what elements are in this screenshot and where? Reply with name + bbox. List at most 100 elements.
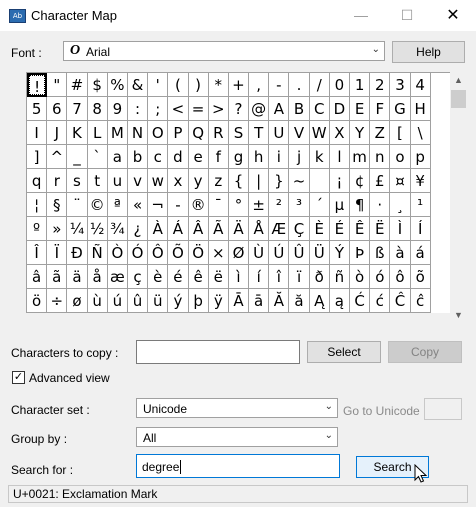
character-cell[interactable]: e [188, 145, 209, 169]
character-cell[interactable]: é [168, 265, 189, 289]
character-cell[interactable]: m [350, 145, 371, 169]
character-cell[interactable]: * [208, 73, 229, 97]
character-cell[interactable]: Ä [228, 217, 250, 241]
character-cell[interactable]: q [27, 169, 48, 193]
character-cell[interactable]: _ [67, 145, 88, 169]
character-cell[interactable]: Ć [350, 289, 371, 313]
character-cell[interactable]: X [329, 121, 350, 145]
character-cell[interactable]: Õ [168, 241, 189, 265]
character-cell[interactable]: ß [370, 241, 391, 265]
character-cell[interactable]: ă [289, 289, 310, 313]
character-cell[interactable]: w [148, 169, 169, 193]
character-cell[interactable]: Á [168, 217, 189, 241]
character-cell[interactable]: O [148, 121, 169, 145]
character-cell[interactable]: s [67, 169, 88, 193]
character-cell[interactable]: h [249, 145, 270, 169]
character-cell[interactable]: Ç [289, 217, 310, 241]
character-cell[interactable]: ´ [309, 193, 330, 217]
character-cell[interactable]: ¸ [390, 193, 411, 217]
character-cell[interactable]: 9 [107, 97, 128, 121]
character-cell[interactable]: - [168, 193, 189, 217]
character-cell[interactable]: $ [87, 73, 108, 97]
character-cell[interactable]: ö [27, 289, 48, 313]
search-input[interactable]: degree [136, 454, 340, 478]
character-cell[interactable]: i [269, 145, 290, 169]
character-cell[interactable]: ¾ [107, 217, 128, 241]
character-cell[interactable]: ± [249, 193, 270, 217]
character-cell[interactable]: á [410, 241, 431, 265]
character-cell[interactable]: & [127, 73, 149, 97]
maximize-button[interactable]: ☐ [384, 0, 430, 31]
character-cell[interactable]: a [107, 145, 128, 169]
character-cell[interactable]: 5 [27, 97, 48, 121]
character-cell[interactable]: 2 [370, 73, 391, 97]
character-cell[interactable]: ¢ [350, 169, 371, 193]
character-cell[interactable]: ¡ [329, 169, 350, 193]
character-cell[interactable]: ² [269, 193, 290, 217]
character-cell[interactable]: p [410, 145, 431, 169]
goto-unicode-input[interactable] [424, 398, 462, 420]
character-cell[interactable]: ; [148, 97, 169, 121]
character-cell[interactable]: « [127, 193, 149, 217]
character-cell[interactable]: ¯ [208, 193, 229, 217]
character-cell[interactable]: B [289, 97, 310, 121]
character-cell[interactable]: ¤ [390, 169, 411, 193]
character-cell[interactable]: ^ [47, 145, 68, 169]
character-cell[interactable]: Ë [370, 217, 391, 241]
character-cell[interactable]: ç [127, 265, 149, 289]
characters-to-copy-input[interactable] [136, 340, 300, 364]
character-cell[interactable]: F [370, 97, 391, 121]
character-cell[interactable]: V [289, 121, 310, 145]
character-cell[interactable]: d [168, 145, 189, 169]
character-cell[interactable]: Ò [107, 241, 128, 265]
character-cell[interactable]: ~ [289, 169, 310, 193]
grid-scrollbar[interactable]: ▲ ▼ [450, 72, 467, 324]
character-cell[interactable]: ë [208, 265, 229, 289]
character-cell[interactable]: Ā [228, 289, 250, 313]
character-cell[interactable]: J [47, 121, 68, 145]
character-cell[interactable]: ĉ [410, 289, 431, 313]
character-cell[interactable]: è [148, 265, 169, 289]
character-cell[interactable]: Ó [127, 241, 149, 265]
charset-dropdown[interactable]: Unicode ⌄ [136, 398, 338, 418]
character-cell[interactable]: ą [329, 289, 350, 313]
character-cell[interactable]: u [107, 169, 128, 193]
character-cell[interactable]: µ [329, 193, 350, 217]
character-cell[interactable]: ¿ [127, 217, 149, 241]
character-cell[interactable]: ÿ [208, 289, 229, 313]
character-cell[interactable]: < [168, 97, 189, 121]
character-cell[interactable]: ÷ [47, 289, 68, 313]
character-cell[interactable]: Ø [228, 241, 250, 265]
character-cell[interactable]: ` [87, 145, 108, 169]
character-cell[interactable]: ā [249, 289, 270, 313]
character-cell[interactable]: ó [370, 265, 391, 289]
character-cell[interactable]: + [228, 73, 250, 97]
character-cell[interactable]: ½ [87, 217, 108, 241]
character-cell[interactable]: Å [249, 217, 270, 241]
character-cell[interactable]: Ã [208, 217, 229, 241]
character-cell[interactable]: î [269, 265, 290, 289]
character-cell[interactable]: ¬ [148, 193, 169, 217]
character-cell[interactable]: ê [188, 265, 209, 289]
character-cell[interactable]: ć [370, 289, 391, 313]
character-cell[interactable]: Û [289, 241, 310, 265]
character-cell[interactable]: y [188, 169, 209, 193]
character-cell[interactable]: , [249, 73, 270, 97]
character-cell[interactable]: ¦ [27, 193, 48, 217]
character-cell[interactable]: n [370, 145, 391, 169]
character-cell[interactable]: ú [107, 289, 128, 313]
character-cell[interactable]: å [87, 265, 108, 289]
character-cell[interactable]: x [168, 169, 189, 193]
character-cell[interactable]: ' [148, 73, 169, 97]
character-cell[interactable]: Ĉ [390, 289, 411, 313]
character-cell[interactable]: ä [67, 265, 88, 289]
groupby-dropdown[interactable]: All ⌄ [136, 427, 338, 447]
character-cell[interactable]: f [208, 145, 229, 169]
character-cell[interactable]: Í [410, 217, 431, 241]
character-cell[interactable]: Â [188, 217, 209, 241]
character-cell[interactable]: G [390, 97, 411, 121]
character-cell[interactable]: v [127, 169, 149, 193]
character-cell[interactable]: / [309, 73, 330, 97]
character-cell[interactable]: R [208, 121, 229, 145]
character-cell[interactable]: É [329, 217, 350, 241]
